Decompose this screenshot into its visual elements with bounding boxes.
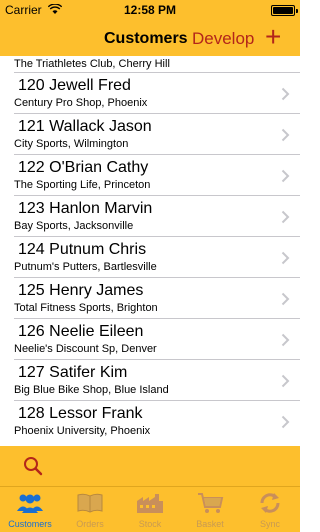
tab-stock[interactable]: Stock: [120, 487, 180, 532]
list-item[interactable]: 122 O'Brian Cathy The Sporting Life, Pri…: [0, 155, 300, 196]
tab-label: Sync: [259, 519, 280, 529]
chevron-right-icon: [281, 292, 290, 306]
list-item-partial-subtitle: The Triathletes Club, Cherry Hill: [14, 58, 170, 70]
tab-basket[interactable]: Basket: [180, 487, 240, 532]
customer-name: 124 Putnum Chris: [18, 241, 147, 258]
list-item[interactable]: 124 Putnum Chris Putnum's Putters, Bartl…: [0, 237, 300, 278]
customer-company: Putnum's Putters, Bartlesville: [14, 261, 157, 273]
list-item[interactable]: 127 Satifer Kim Big Blue Bike Shop, Blue…: [0, 360, 300, 401]
customer-name: 122 O'Brian Cathy: [18, 159, 149, 176]
tab-label: Stock: [138, 519, 162, 529]
customer-name: 128 Lessor Frank: [18, 405, 143, 422]
customer-name: 127 Satifer Kim: [18, 364, 128, 381]
customer-name: 125 Henry James: [18, 282, 144, 299]
chevron-right-icon: [281, 333, 290, 347]
list-item[interactable]: 120 Jewell Fred Century Pro Shop, Phoeni…: [0, 73, 300, 114]
tab-label: Orders: [76, 519, 104, 529]
status-time: 12:58 PM: [123, 3, 177, 17]
develop-button[interactable]: Develop: [192, 29, 254, 49]
search-toolbar: [0, 446, 300, 486]
customer-company: Bay Sports, Jacksonville: [14, 220, 134, 232]
customer-company: Big Blue Bike Shop, Blue Island: [14, 384, 169, 396]
list-item[interactable]: 121 Wallack Jason City Sports, Wilmingto…: [0, 114, 300, 155]
list-item[interactable]: 125 Henry James Total Fitness Sports, Br…: [0, 278, 300, 319]
customer-company: Total Fitness Sports, Brighton: [14, 302, 158, 314]
sync-icon: [260, 493, 280, 513]
tab-sync[interactable]: Sync: [240, 487, 300, 532]
customer-company: Phoenix University, Phoenix: [14, 425, 151, 437]
tab-customers[interactable]: Customers: [0, 487, 60, 532]
basket-icon: [198, 493, 224, 513]
customer-company: Century Pro Shop, Phoenix: [14, 97, 148, 109]
customer-list[interactable]: The Triathletes Club, Cherry Hill 120 Je…: [0, 56, 300, 446]
page-title: Customers: [104, 30, 188, 47]
customer-name: 126 Neelie Eileen: [18, 323, 144, 340]
tab-label: Basket: [196, 519, 224, 529]
chevron-right-icon: [281, 169, 290, 183]
customer-company: Neelie's Discount Sp, Denver: [14, 343, 157, 355]
chevron-right-icon: [281, 210, 290, 224]
status-bar: Carrier 12:58 PM: [0, 0, 300, 20]
plus-icon[interactable]: +: [265, 23, 281, 51]
chevron-right-icon: [281, 87, 290, 101]
tab-orders[interactable]: Orders: [60, 487, 120, 532]
chevron-right-icon: [281, 251, 290, 265]
tab-label: Customers: [8, 519, 52, 529]
tab-bar: Customers Orders Stock Basket Sync: [0, 486, 300, 532]
chevron-right-icon: [281, 374, 290, 388]
list-item[interactable]: 128 Lessor Frank Phoenix University, Pho…: [0, 401, 300, 442]
customer-company: The Sporting Life, Princeton: [14, 179, 151, 191]
stock-icon: [137, 494, 163, 513]
customer-company: City Sports, Wilmington: [14, 138, 129, 150]
customer-name: 120 Jewell Fred: [18, 77, 131, 94]
chevron-right-icon: [281, 128, 290, 142]
customer-name: 121 Wallack Jason: [18, 118, 152, 135]
battery-icon: [271, 5, 298, 16]
chevron-right-icon: [281, 415, 290, 429]
list-item[interactable]: 126 Neelie Eileen Neelie's Discount Sp, …: [0, 319, 300, 360]
nav-bar: Customers Develop +: [0, 20, 300, 56]
customer-name: 123 Hanlon Marvin: [18, 200, 153, 217]
orders-icon: [77, 493, 103, 513]
search-icon[interactable]: [22, 455, 44, 477]
customers-icon: [17, 494, 43, 513]
list-item[interactable]: 123 Hanlon Marvin Bay Sports, Jacksonvil…: [0, 196, 300, 237]
